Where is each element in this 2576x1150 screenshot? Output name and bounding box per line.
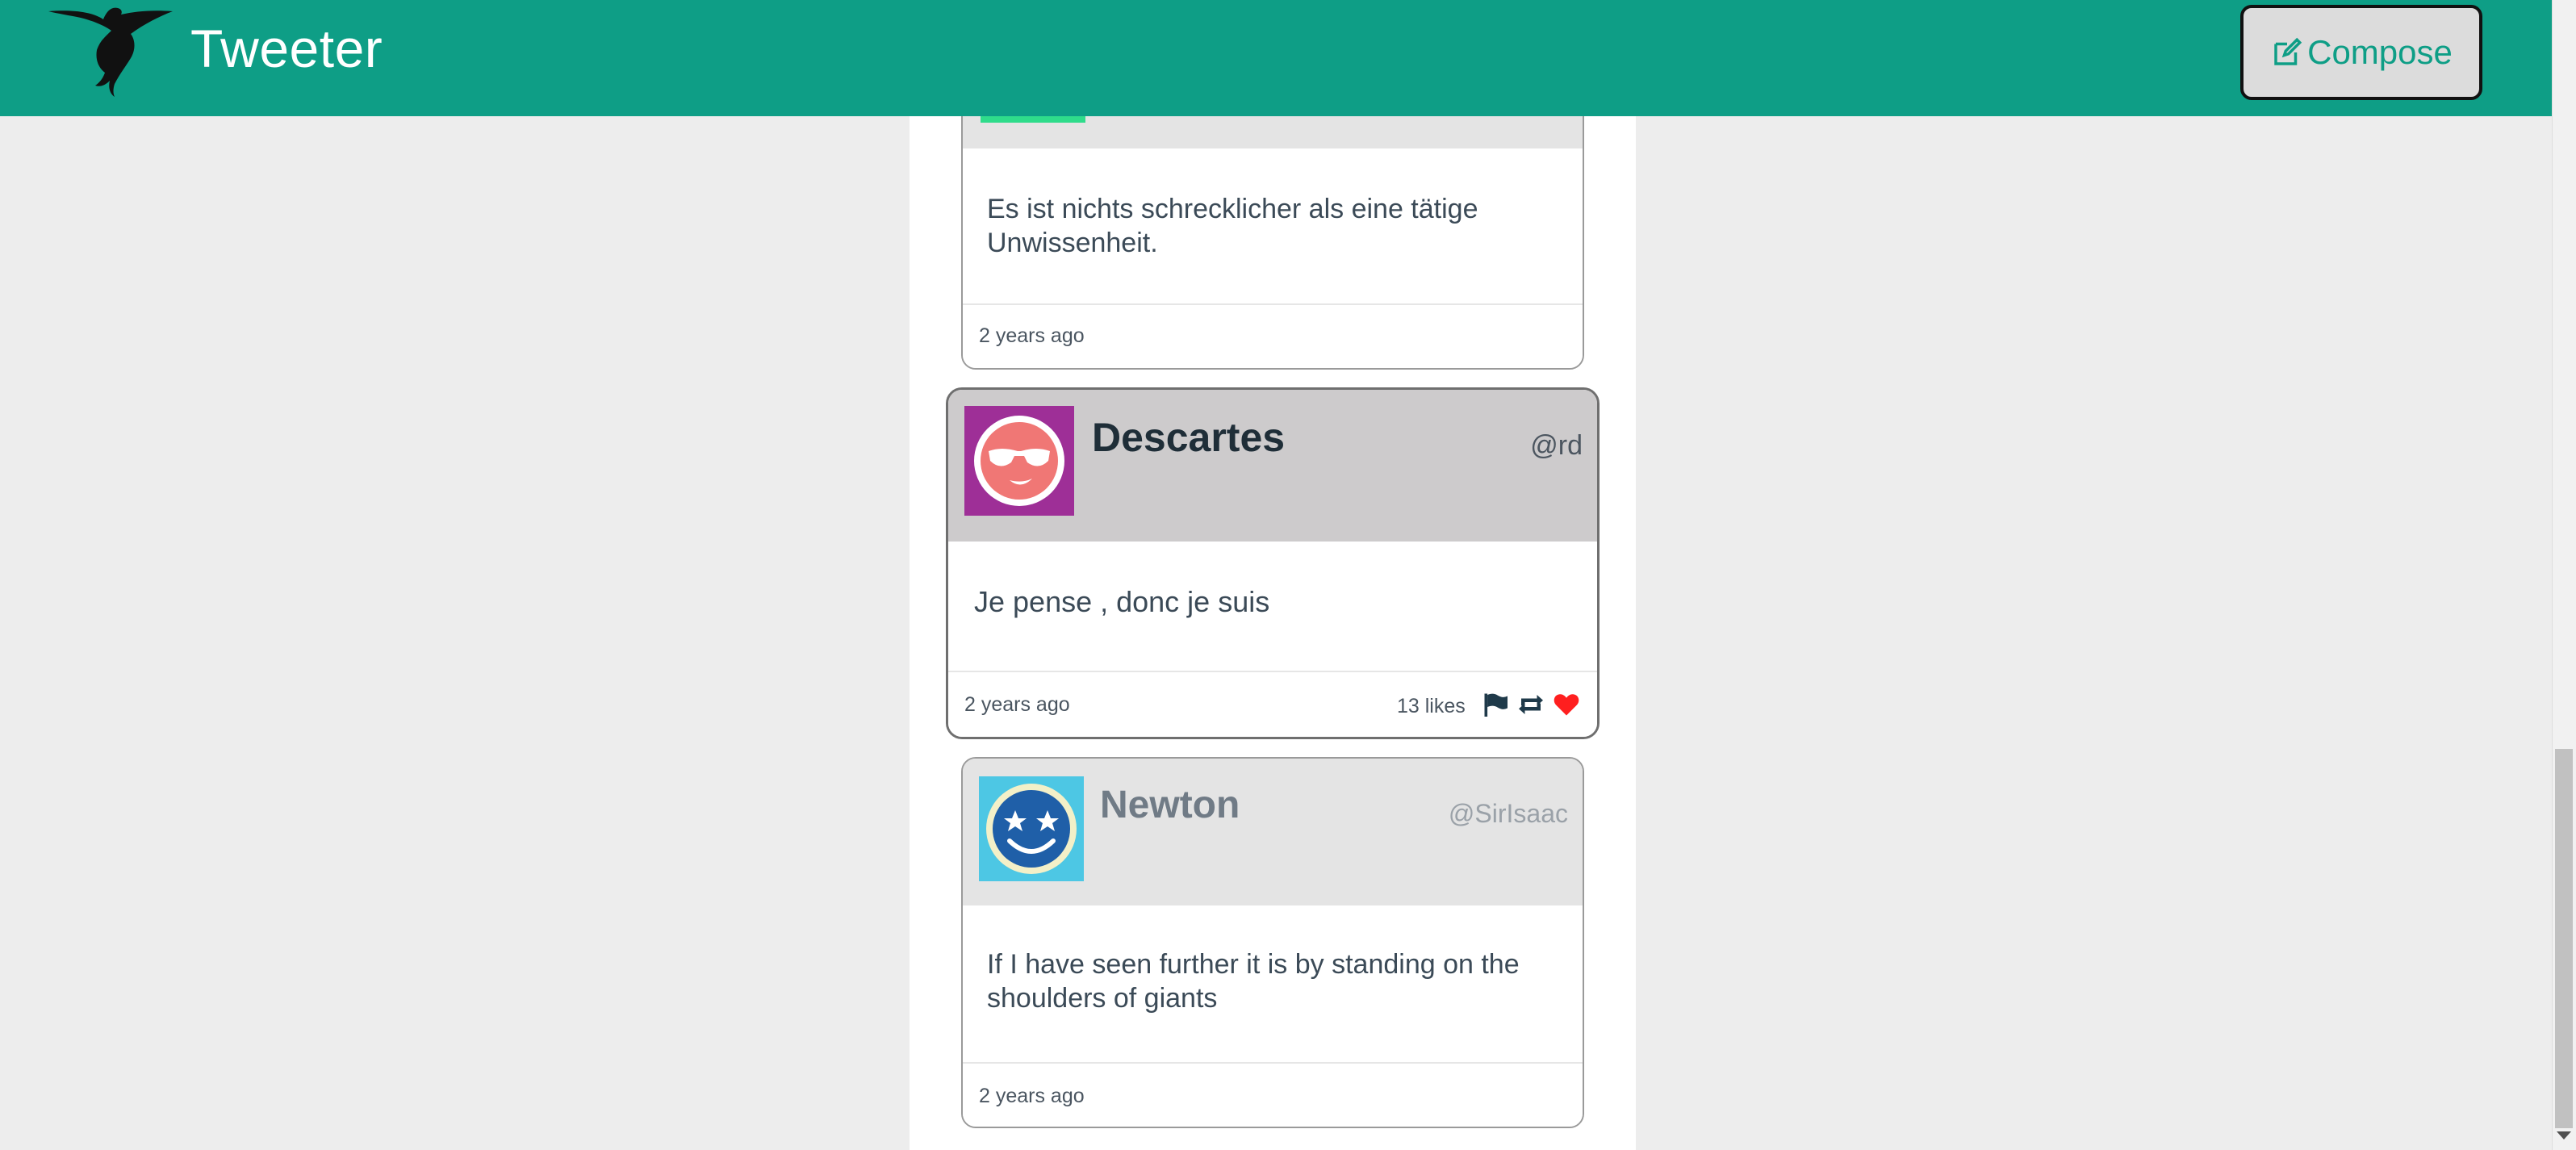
tweet-card: Descartes @rd Je pense , donc je suis 2 …	[946, 387, 1600, 739]
tweet-text: If I have seen further it is by standing…	[963, 905, 1583, 1064]
tweet-card: Newton @SirIsaac If I have seen further …	[961, 757, 1584, 1128]
user-handle[interactable]: @rd	[1530, 430, 1583, 462]
compose-button[interactable]: Compose	[2240, 5, 2482, 100]
heart-icon[interactable]	[1552, 690, 1581, 719]
tweet-actions	[1481, 690, 1581, 719]
flag-icon[interactable]	[1481, 690, 1510, 719]
sunglasses-face-icon	[974, 416, 1064, 506]
scrollbar-thumb[interactable]	[2555, 749, 2573, 1128]
user-handle[interactable]: @SirIsaac	[1449, 799, 1568, 829]
scroll-down-arrow-icon[interactable]	[2557, 1131, 2571, 1140]
top-navbar: Tweeter Compose	[0, 0, 2552, 116]
tweet-footer: 2 years ago	[963, 1062, 1583, 1127]
tweet-footer: 2 years ago 13 likes	[948, 671, 1597, 737]
edit-icon	[2274, 37, 2302, 65]
tweet-timestamp: 2 years ago	[979, 1085, 1085, 1107]
hummingbird-icon[interactable]	[47, 3, 176, 97]
compose-label: Compose	[2307, 33, 2453, 71]
tweet-header: Descartes @rd	[948, 390, 1597, 542]
retweet-icon[interactable]	[1516, 690, 1545, 719]
likes-count: 13 likes	[1397, 695, 1466, 717]
tweet-timestamp: 2 years ago	[964, 693, 1070, 716]
avatar	[964, 406, 1074, 516]
tweet-footer: 2 years ago	[963, 303, 1583, 368]
avatar	[979, 776, 1084, 881]
app-title[interactable]: Tweeter	[190, 18, 383, 79]
star-eyes-face-icon	[986, 784, 1077, 874]
tweet-text: Je pense , donc je suis	[948, 542, 1597, 672]
user-display-name[interactable]: Newton	[1100, 783, 1240, 827]
tweet-header: Newton @SirIsaac	[963, 759, 1583, 905]
tweet-text: Es ist nichts schrecklicher als eine tät…	[963, 148, 1583, 303]
user-display-name[interactable]: Descartes	[1092, 414, 1285, 461]
tweet-timestamp: 2 years ago	[979, 324, 1085, 347]
